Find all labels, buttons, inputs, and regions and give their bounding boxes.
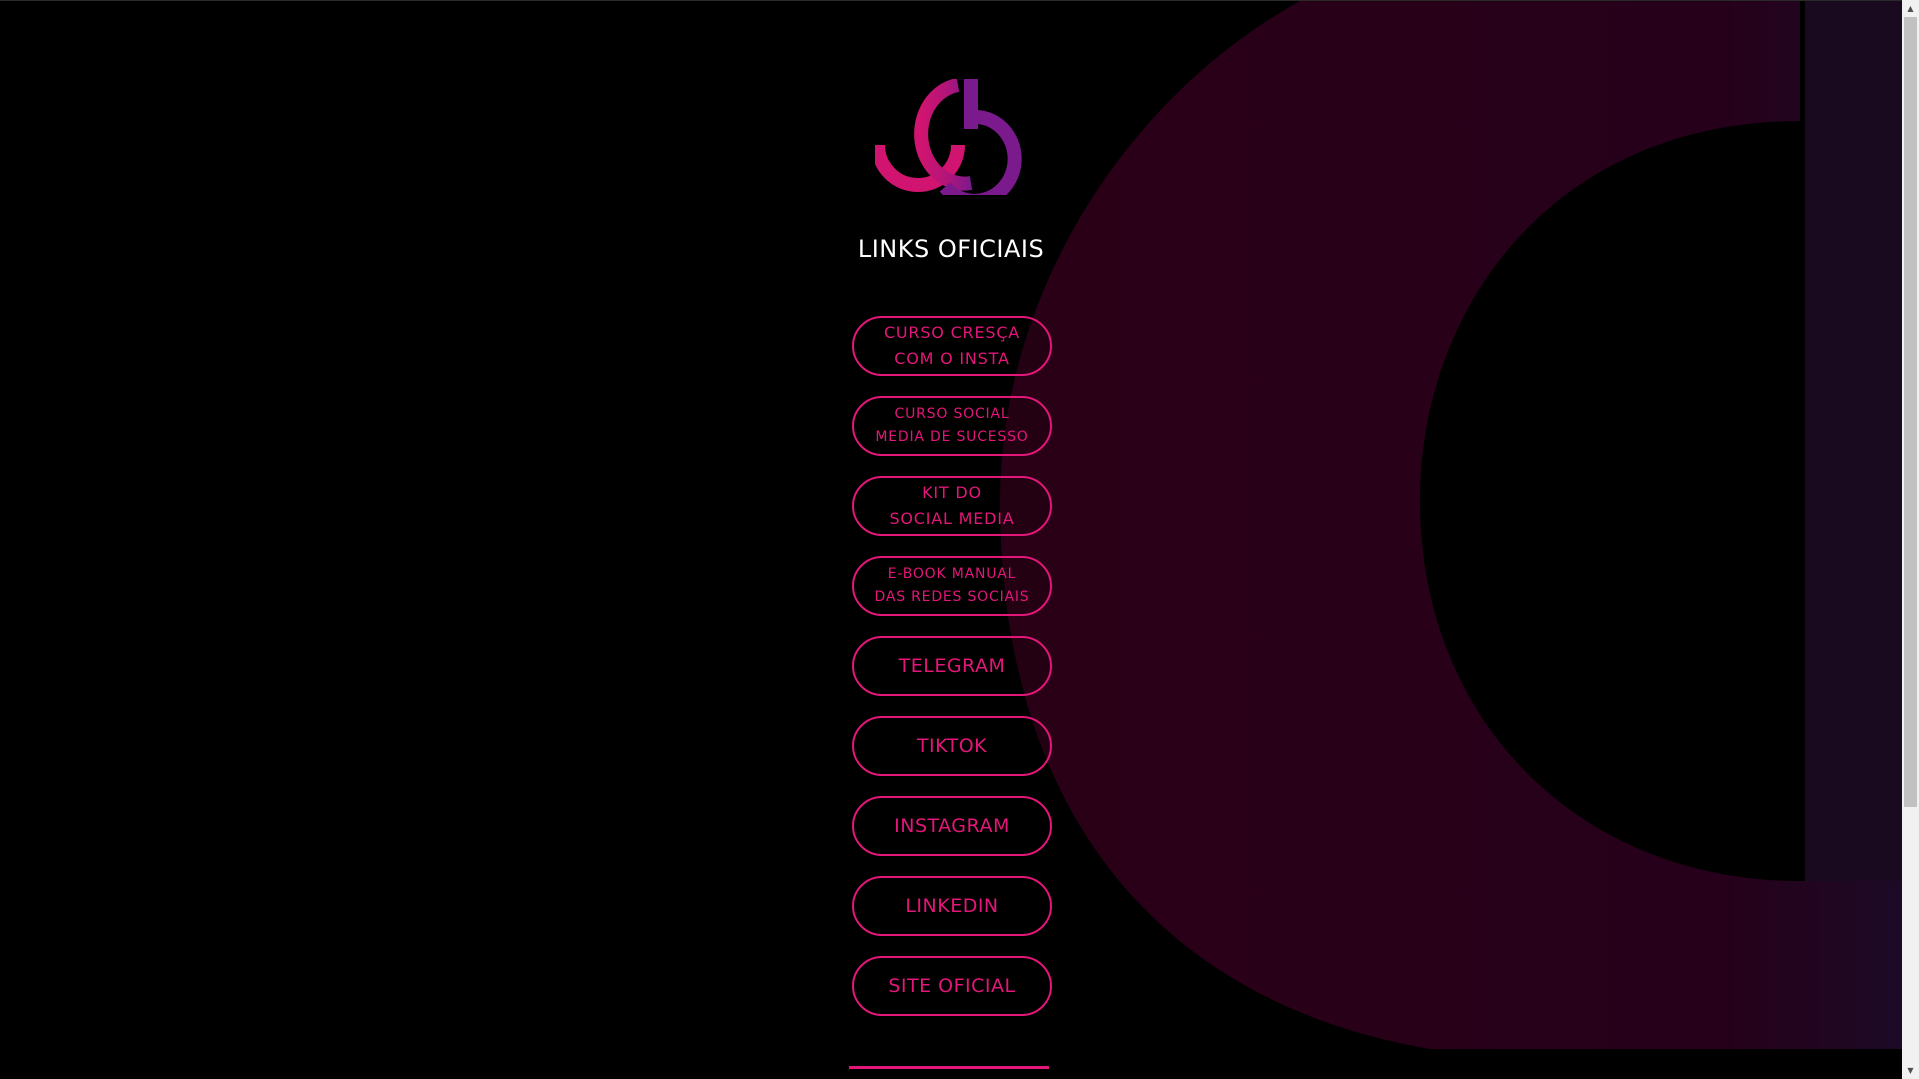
link-button[interactable]: CURSO SOCIAL MEDIA DE SUCESSO — [852, 396, 1052, 456]
link-button-label: LINKEDIN — [905, 895, 999, 917]
bottom-divider — [849, 1066, 1049, 1069]
scrollbar-thumb[interactable] — [1904, 17, 1917, 807]
link-button[interactable]: INSTAGRAM — [852, 796, 1052, 856]
link-button-label: CURSO CRESÇA COM O INSTA — [883, 323, 1021, 368]
scroll-down-arrow-icon[interactable]: ▼ — [1902, 1062, 1919, 1079]
scroll-up-arrow-icon[interactable]: ▲ — [1902, 0, 1919, 17]
page-title: LINKS OFICIAIS — [857, 235, 1045, 263]
link-button-label: CURSO SOCIAL MEDIA DE SUCESSO — [875, 406, 1029, 445]
link-button-label: TELEGRAM — [898, 655, 1006, 677]
link-button[interactable]: TIKTOK — [852, 716, 1052, 776]
page-viewport: LINKS OFICIAIS CURSO CRESÇA COM O INSTA C… — [0, 0, 1902, 1079]
link-button[interactable]: LINKEDIN — [852, 876, 1052, 936]
link-button-label: E-BOOK MANUAL DAS REDES SOCIAIS — [874, 566, 1030, 605]
link-button[interactable]: TELEGRAM — [852, 636, 1052, 696]
link-button[interactable]: SITE OFICIAL — [852, 956, 1052, 1016]
link-button-label: TIKTOK — [916, 735, 988, 757]
brand-logo — [875, 79, 1022, 195]
link-button-label: SITE OFICIAL — [888, 975, 1016, 997]
link-button-label: KIT DO SOCIAL MEDIA — [889, 483, 1015, 528]
link-button[interactable]: CURSO CRESÇA COM O INSTA — [852, 316, 1052, 376]
vertical-scrollbar[interactable]: ▲ ▼ — [1902, 0, 1919, 1079]
link-button[interactable]: KIT DO SOCIAL MEDIA — [852, 476, 1052, 536]
link-button-label: INSTAGRAM — [894, 815, 1010, 837]
link-button[interactable]: E-BOOK MANUAL DAS REDES SOCIAIS — [852, 556, 1052, 616]
